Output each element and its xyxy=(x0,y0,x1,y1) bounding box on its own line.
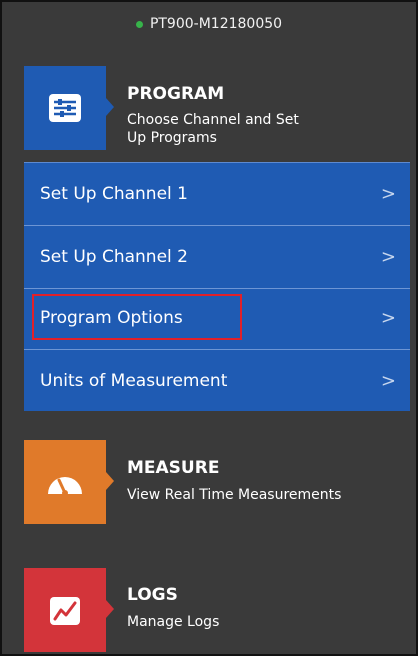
sliders-icon xyxy=(49,94,81,122)
tile-notch xyxy=(106,98,114,116)
app-frame: PT900-M12180050 PROGRAM Choose Channel a… xyxy=(0,0,418,656)
tile-notch xyxy=(106,472,114,490)
connection-status-indicator xyxy=(135,20,143,28)
menu-item-label: Units of Measurement xyxy=(40,371,228,391)
program-tile[interactable] xyxy=(24,66,114,150)
device-id: PT900-M12180050 xyxy=(149,16,283,32)
chevron-right-icon: > xyxy=(380,183,396,205)
chevron-right-icon: > xyxy=(380,370,396,392)
measure-tile[interactable] xyxy=(24,440,114,524)
menu-item-set-up-channel-1[interactable]: Set Up Channel 1 > xyxy=(24,163,410,225)
menu-item-program-options[interactable]: Program Options > xyxy=(24,287,410,349)
measure-title: MEASURE xyxy=(127,458,220,478)
program-title: PROGRAM xyxy=(127,84,225,104)
device-status-bar: PT900-M12180050 xyxy=(2,12,416,36)
logs-tile[interactable] xyxy=(24,568,114,652)
measure-subtitle: View Real Time Measurements xyxy=(127,487,342,503)
tile-notch xyxy=(106,600,114,618)
chevron-right-icon: > xyxy=(380,246,396,268)
chevron-right-icon: > xyxy=(380,307,396,329)
logs-title: LOGS xyxy=(127,585,178,605)
trend-chart-icon xyxy=(50,597,80,625)
program-submenu: Set Up Channel 1 > Set Up Channel 2 > Pr… xyxy=(24,162,410,411)
menu-item-set-up-channel-2[interactable]: Set Up Channel 2 > xyxy=(24,226,410,288)
program-subtitle-line2: Up Programs xyxy=(127,130,217,146)
logs-subtitle: Manage Logs xyxy=(127,614,220,630)
program-subtitle-line1: Choose Channel and Set xyxy=(127,112,299,128)
menu-item-units-of-measurement[interactable]: Units of Measurement > xyxy=(24,350,410,412)
highlight-box xyxy=(32,294,242,340)
menu-item-label: Set Up Channel 2 xyxy=(40,247,188,267)
gauge-icon xyxy=(48,477,82,496)
menu-item-label: Set Up Channel 1 xyxy=(40,184,188,204)
